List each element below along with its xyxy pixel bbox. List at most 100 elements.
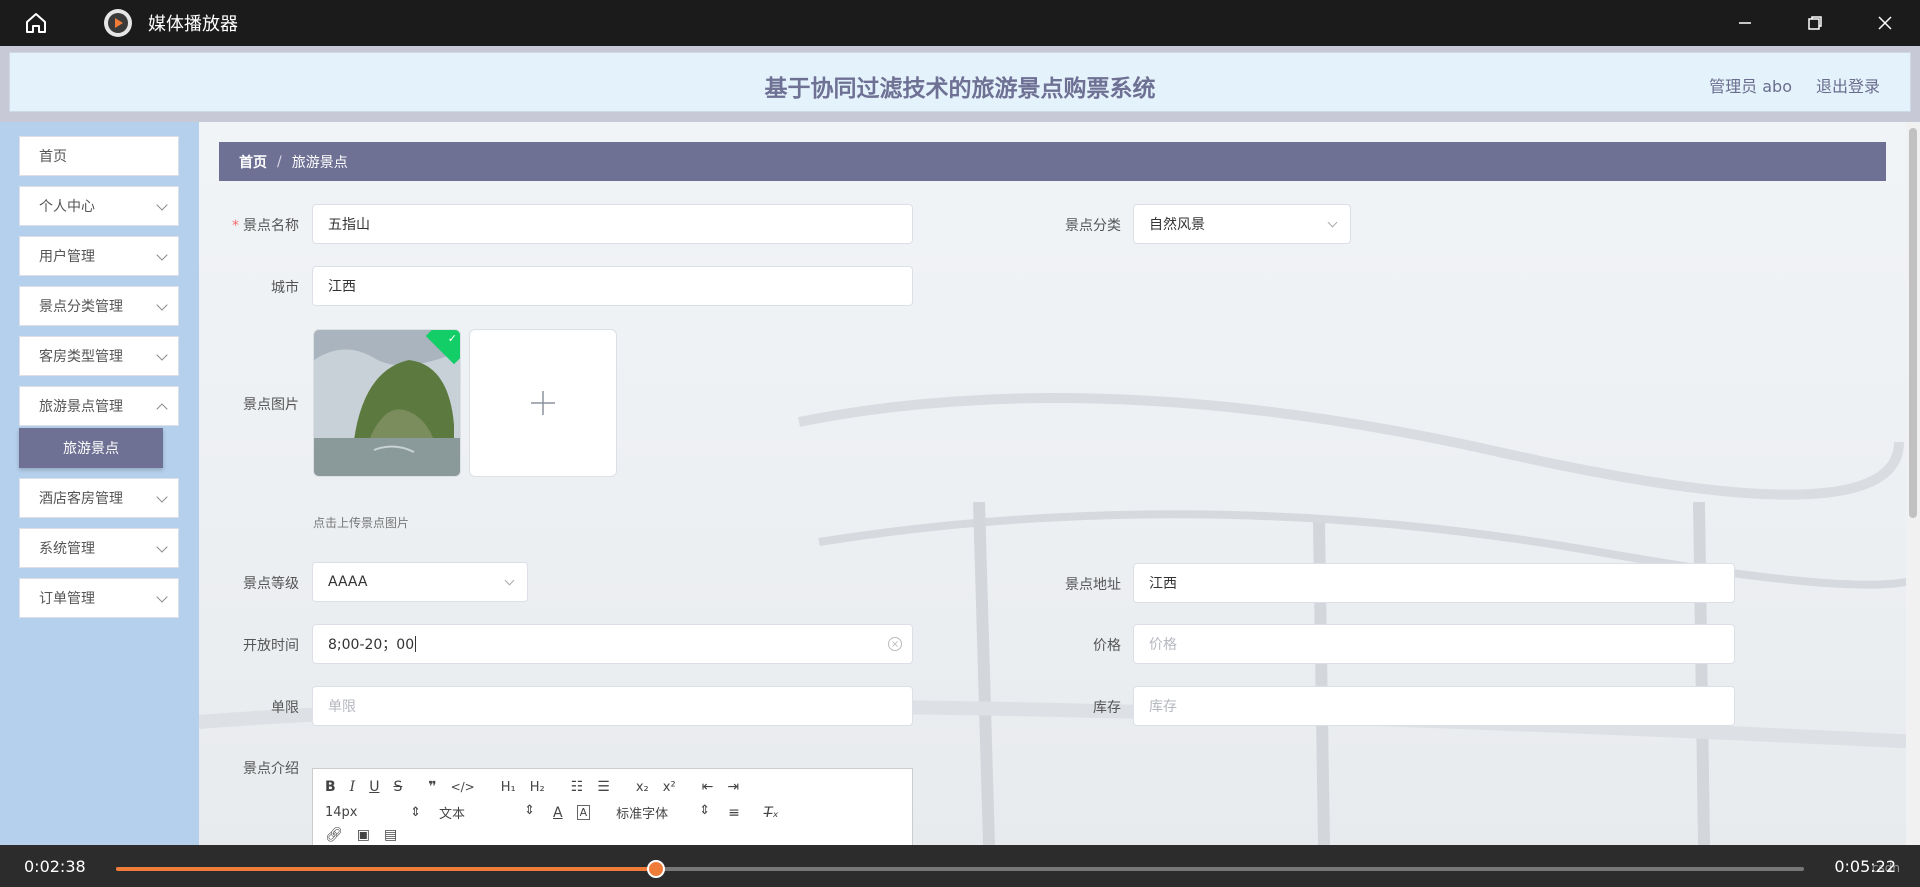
stock-input[interactable]: 库存	[1133, 686, 1735, 726]
chevron-down-icon	[156, 349, 168, 361]
superscript-icon[interactable]: x²	[663, 780, 676, 795]
video-icon[interactable]: ▤	[384, 827, 397, 843]
address-input[interactable]: 江西	[1133, 563, 1735, 603]
sidebar-item-personal-center[interactable]: 个人中心	[19, 186, 179, 226]
logout-link[interactable]: 退出登录	[1816, 73, 1880, 97]
subscript-icon[interactable]: x₂	[636, 780, 649, 795]
link-icon[interactable]: 🔗︎	[325, 827, 343, 843]
intro-label: 景点介绍	[243, 761, 299, 777]
level-select[interactable]: AAAA	[312, 562, 528, 602]
stock-placeholder: 库存	[1149, 699, 1177, 715]
sidebar-item-system-management[interactable]: 系统管理	[19, 528, 179, 568]
select-arrows-icon: ⇕	[699, 803, 711, 818]
image-label: 景点图片	[243, 397, 299, 413]
seek-bar[interactable]	[116, 860, 1804, 878]
open-time-input[interactable]: 8;00-20；00 ×	[312, 624, 913, 664]
chevron-down-icon	[156, 249, 168, 261]
open-time-label: 开放时间	[243, 638, 299, 654]
breadcrumb-home[interactable]: 首页	[239, 152, 267, 172]
bullet-list-icon[interactable]: ☰	[597, 779, 610, 795]
category-select[interactable]: 自然风景	[1133, 204, 1351, 244]
sidebar-item-order-management[interactable]: 订单管理	[19, 578, 179, 618]
window-controls	[1710, 0, 1920, 46]
sidebar-item-hotel-room-management[interactable]: 酒店客房管理	[19, 478, 179, 518]
sidebar-item-home[interactable]: 首页	[19, 136, 179, 176]
sidebar-item-label: 用户管理	[39, 249, 95, 265]
required-asterisk: *	[232, 218, 239, 234]
limit-label: 单限	[271, 700, 299, 716]
font-size-select[interactable]: 14px ⇕	[325, 805, 421, 820]
clear-format-icon[interactable]: T̶ₓ	[764, 805, 779, 821]
window-titlebar: 媒体播放器	[0, 0, 1920, 46]
strikethrough-icon[interactable]: S	[393, 779, 402, 795]
media-player-bar: 0:02:38 csdn 0:05:22	[0, 845, 1920, 887]
seek-bar-progress	[116, 867, 657, 871]
heading-1-icon[interactable]: H₁	[501, 780, 516, 795]
indent-icon[interactable]: ⇥	[727, 779, 739, 795]
italic-icon[interactable]: I	[350, 779, 356, 795]
image-upload-button[interactable]	[469, 329, 617, 477]
city-input[interactable]: 江西	[312, 266, 913, 306]
font-family-value: 标准字体	[616, 807, 669, 822]
underline-icon[interactable]: U	[369, 779, 379, 795]
name-input[interactable]: 五指山	[312, 204, 913, 244]
code-block-icon[interactable]: </>	[451, 780, 475, 794]
font-color-icon[interactable]: A	[553, 805, 563, 821]
chevron-down-icon	[156, 199, 168, 211]
font-family-select[interactable]: 标准字体 ⇕	[616, 803, 710, 822]
ordered-list-icon[interactable]: ☷	[571, 779, 584, 795]
sidebar-item-label: 订单管理	[39, 591, 95, 607]
bold-icon[interactable]: B	[325, 779, 336, 795]
seek-bar-handle[interactable]	[647, 860, 666, 878]
clear-icon[interactable]: ×	[888, 637, 902, 651]
uploaded-image-thumbnail[interactable]: ✓	[313, 329, 461, 477]
chevron-down-icon	[156, 591, 168, 603]
breadcrumb-separator: /	[277, 153, 282, 170]
sidebar-item-attraction-management[interactable]: 旅游景点管理	[19, 386, 179, 426]
limit-input[interactable]: 单限	[312, 686, 913, 726]
sidebar-subitem-attractions[interactable]: 旅游景点	[19, 428, 163, 468]
media-player-logo-icon	[104, 9, 132, 37]
blockquote-icon[interactable]: ❞	[428, 779, 436, 795]
editor-toolbar-row-3: 🔗︎ ▣ ▤	[325, 827, 411, 843]
header-panel: 基于协同过滤技术的旅游景点购票系统 管理员 abo 退出登录	[9, 52, 1911, 112]
text-cursor	[415, 636, 417, 652]
price-placeholder: 价格	[1149, 637, 1177, 653]
outdent-icon[interactable]: ⇤	[702, 779, 714, 795]
main-content: 首页 / 旅游景点 * 景点名称 五指山 景点分类 自然风景 城市 江西 景点图片…	[199, 122, 1920, 845]
price-label: 价格	[1093, 638, 1121, 654]
chevron-down-icon	[1327, 217, 1338, 228]
select-arrows-icon: ⇕	[524, 803, 535, 818]
block-type-value: 文本	[439, 807, 466, 822]
name-input-value: 五指山	[328, 217, 370, 233]
city-input-value: 江西	[328, 279, 356, 295]
sidebar-item-room-type-management[interactable]: 客房类型管理	[19, 336, 179, 376]
close-button[interactable]	[1850, 0, 1920, 46]
block-type-select[interactable]: 文本 ⇕	[439, 803, 535, 822]
sidebar-item-category-management[interactable]: 景点分类管理	[19, 286, 179, 326]
price-input[interactable]: 价格	[1133, 624, 1735, 664]
stock-label: 库存	[1093, 700, 1121, 716]
editor-toolbar-row-2: 14px ⇕ 文本 ⇕ A A 标准字体 ⇕ ≡ T̶ₓ	[325, 803, 793, 822]
image-icon[interactable]: ▣	[357, 827, 370, 843]
sidebar-item-label: 旅游景点管理	[39, 399, 123, 415]
sidebar-item-user-management[interactable]: 用户管理	[19, 236, 179, 276]
minimize-button[interactable]	[1710, 0, 1780, 46]
align-icon[interactable]: ≡	[728, 805, 740, 821]
app-header: 基于协同过滤技术的旅游景点购票系统 管理员 abo 退出登录	[0, 46, 1920, 122]
city-label: 城市	[271, 280, 299, 296]
category-label: 景点分类	[1065, 218, 1121, 234]
main-scrollbar[interactable]	[1906, 122, 1920, 845]
restore-button[interactable]	[1780, 0, 1850, 46]
current-time: 0:02:38	[24, 857, 86, 876]
address-input-value: 江西	[1149, 576, 1177, 592]
level-select-value: AAAA	[328, 574, 368, 590]
home-icon[interactable]	[18, 5, 54, 41]
plus-icon	[531, 391, 555, 415]
sidebar-item-label: 系统管理	[39, 541, 95, 557]
heading-2-icon[interactable]: H₂	[530, 780, 545, 795]
background-color-icon[interactable]: A	[576, 805, 591, 820]
user-info: 管理员 abo 退出登录	[1709, 73, 1880, 97]
open-time-input-value: 8;00-20；00	[328, 637, 415, 653]
scrollbar-thumb[interactable]	[1909, 128, 1917, 518]
